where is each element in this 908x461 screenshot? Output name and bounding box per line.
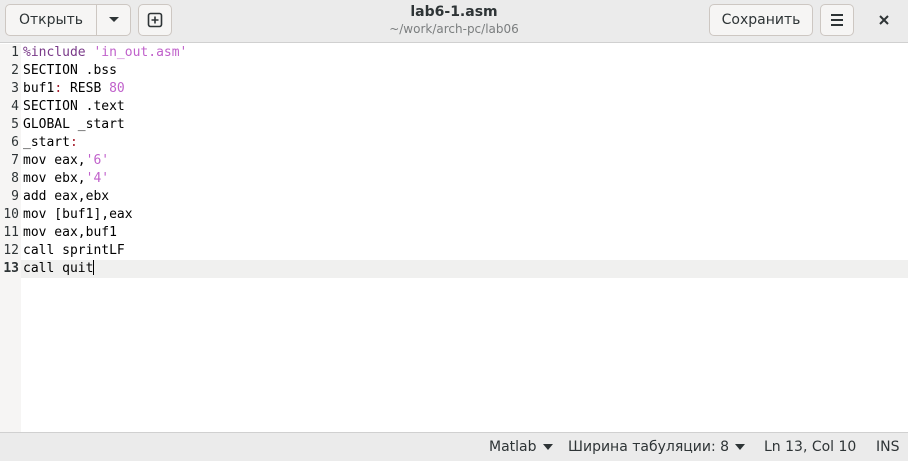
code-token: SECTION .bss — [23, 63, 117, 78]
text-editor[interactable]: 1 %include 'in_out.asm' 2 SECTION .bss 3 buf1… — [0, 44, 908, 432]
cursor-position[interactable]: Ln 13, Col 10 — [764, 438, 856, 456]
line-code: buf1: RESB 80 — [23, 80, 125, 98]
tab-width-selector[interactable]: Ширина табуляции: 8 — [568, 438, 746, 456]
code-token: : — [54, 81, 63, 96]
code-line: 12 call sprintLF — [0, 242, 908, 260]
main-menu-button[interactable] — [820, 4, 854, 36]
line-number: 8 — [11, 171, 19, 186]
insert-mode: INS — [876, 438, 900, 456]
tab-width-label: Ширина табуляции: 8 — [568, 439, 730, 455]
window-title-area: lab6-1.asm ~/work/arch-pc/lab06 — [300, 3, 608, 37]
close-window-button[interactable] — [868, 4, 900, 36]
line-number: 3 — [11, 81, 19, 96]
code-line: 7 mov eax,'6' — [0, 152, 908, 170]
line-code: %include 'in_out.asm' — [23, 44, 187, 62]
line-number: 6 — [11, 135, 19, 150]
line-number: 10 — [3, 207, 19, 222]
code-line: 4 SECTION .text — [0, 98, 908, 116]
code-line: 3 buf1: RESB 80 — [0, 80, 908, 98]
new-tab-icon — [147, 12, 163, 28]
code-token: mov [buf1],eax — [23, 207, 133, 222]
chevron-down-icon — [542, 444, 553, 450]
text-cursor — [93, 260, 95, 275]
code-line: 10 mov [buf1],eax — [0, 206, 908, 224]
code-token: _start — [23, 135, 70, 150]
open-button-group: Открыть — [5, 4, 131, 36]
code-token: mov ebx, — [23, 171, 86, 186]
code-token: call quit — [23, 261, 94, 276]
line-number: 11 — [3, 225, 19, 240]
new-tab-button[interactable] — [138, 4, 172, 36]
language-label: Matlab — [489, 439, 537, 455]
line-code: _start: — [23, 134, 78, 152]
code-token: GLOBAL _start — [23, 117, 125, 132]
line-number: 4 — [11, 99, 19, 114]
hamburger-menu-icon — [831, 14, 843, 26]
line-number: 2 — [11, 63, 19, 78]
cursor-position-label: Ln 13, Col 10 — [764, 439, 857, 455]
line-code: add eax,ebx — [23, 188, 109, 206]
line-code: GLOBAL _start — [23, 116, 125, 134]
document-title: lab6-1.asm — [410, 4, 498, 20]
code-line: 13 call quit — [0, 260, 908, 278]
open-button[interactable]: Открыть — [6, 5, 97, 35]
code-token: add eax,ebx — [23, 189, 110, 204]
code-token: %include — [23, 45, 94, 60]
code-token: SECTION .text — [23, 99, 125, 114]
chevron-down-icon — [735, 444, 746, 450]
line-number: 7 — [11, 153, 19, 168]
code-token: call sprintLF — [23, 243, 125, 258]
line-code: SECTION .text — [23, 98, 125, 116]
code-line: 9 add eax,ebx — [0, 188, 908, 206]
code-token: 'in_out.asm' — [93, 45, 188, 60]
code-token: buf1 — [23, 81, 55, 96]
code-line: 1 %include 'in_out.asm' — [0, 44, 908, 62]
close-icon — [879, 15, 889, 25]
code-token: RESB — [62, 81, 110, 96]
language-selector[interactable]: Matlab — [489, 438, 553, 456]
line-number: 5 — [11, 117, 19, 132]
code-token: : — [69, 135, 78, 150]
line-number: 9 — [11, 189, 19, 204]
line-code: mov eax,buf1 — [23, 224, 117, 242]
code-line: 11 mov eax,buf1 — [0, 224, 908, 242]
line-code: call quit — [23, 260, 95, 278]
save-button[interactable]: Сохранить — [709, 4, 813, 36]
header-bar: Открыть lab6-1.asm ~/work/arch-pc/lab06 … — [0, 0, 908, 43]
code-line: 2 SECTION .bss — [0, 62, 908, 80]
line-code: mov ebx,'4' — [23, 170, 109, 188]
code-line: 6 _start: — [0, 134, 908, 152]
code-line: 8 mov ebx,'4' — [0, 170, 908, 188]
code-line: 5 GLOBAL _start — [0, 116, 908, 134]
code-token: '4' — [85, 171, 110, 186]
code-token: '6' — [85, 153, 110, 168]
code-token: mov eax,buf1 — [23, 225, 117, 240]
status-bar: Matlab Ширина табуляции: 8 Ln 13, Col 10… — [0, 432, 908, 461]
line-code: mov [buf1],eax — [23, 206, 133, 224]
line-code: call sprintLF — [23, 242, 125, 260]
line-code: mov eax,'6' — [23, 152, 109, 170]
document-path: ~/work/arch-pc/lab06 — [389, 22, 519, 36]
line-number: 13 — [3, 261, 19, 276]
chevron-down-icon — [109, 17, 119, 22]
line-number: 1 — [11, 45, 19, 60]
line-code: SECTION .bss — [23, 62, 117, 80]
save-button-label: Сохранить — [721, 12, 801, 28]
code-token: 80 — [109, 81, 125, 96]
code-token: mov eax, — [23, 153, 86, 168]
insert-mode-label: INS — [876, 439, 900, 455]
open-dropdown-button[interactable] — [97, 5, 131, 35]
line-number: 12 — [3, 243, 19, 258]
open-button-label: Открыть — [19, 12, 83, 28]
